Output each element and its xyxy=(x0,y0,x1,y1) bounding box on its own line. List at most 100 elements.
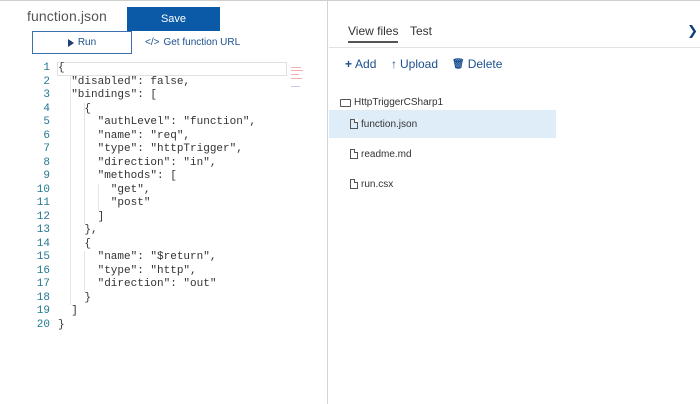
code-text: "type": "http", xyxy=(58,264,197,277)
code-text: "disabled": false, xyxy=(58,75,191,88)
code-line: 11 "post" xyxy=(0,197,327,211)
add-file-button[interactable]: + Add xyxy=(345,57,376,71)
line-number: 7 xyxy=(43,143,50,155)
delete-button[interactable]: 🗑 Delete xyxy=(452,57,502,71)
code-line: 20} xyxy=(0,319,327,333)
code-text: "methods": [ xyxy=(58,170,177,182)
line-number: 1 xyxy=(43,62,50,74)
code-text: "type": "httpTrigger", xyxy=(58,143,243,155)
tree-root-folder[interactable]: HttpTriggerCSharp1 xyxy=(340,97,443,108)
save-button[interactable]: Save xyxy=(127,7,220,31)
code-text: "authLevel": "function", xyxy=(58,116,257,128)
code-text: "get", xyxy=(58,183,151,196)
get-function-url-label: Get function URL xyxy=(163,37,241,48)
code-text: "bindings": [ xyxy=(58,89,158,101)
code-line: 4 { xyxy=(0,103,327,117)
indent-guide xyxy=(84,251,85,292)
indent-guide xyxy=(98,183,99,211)
delete-label: Delete xyxy=(467,57,503,71)
code-text: }, xyxy=(58,224,98,236)
line-number: 12 xyxy=(36,210,50,223)
chevron-right-icon[interactable]: ❯ xyxy=(687,23,698,39)
line-number: 15 xyxy=(36,251,50,263)
file-title: function.json xyxy=(27,8,107,24)
files-pane: View files Test ❯ + Add ↑ Upload 🗑 Delet… xyxy=(329,1,700,404)
get-function-url-link[interactable]: </> Get function URL xyxy=(145,37,240,48)
indent-guide xyxy=(70,75,71,305)
code-text: { xyxy=(58,102,92,115)
line-number: 17 xyxy=(36,278,50,290)
file-item-function-json[interactable]: function.json xyxy=(329,110,556,138)
file-name: function.json xyxy=(361,118,418,130)
code-text: "name": "req", xyxy=(58,129,191,142)
tab-view-files[interactable]: View files xyxy=(348,24,399,43)
code-text: { xyxy=(58,237,92,250)
indent-guide xyxy=(84,102,85,224)
code-line: 17 "direction": "out" xyxy=(0,278,327,292)
file-name: run.csx xyxy=(361,178,394,190)
line-number: 18 xyxy=(36,291,50,304)
code-text: { xyxy=(58,62,65,74)
root-folder-label: HttpTriggerCSharp1 xyxy=(354,97,444,108)
code-text: } xyxy=(58,291,92,304)
code-text: ] xyxy=(58,210,105,223)
line-number: 5 xyxy=(43,116,50,128)
run-button[interactable]: Run xyxy=(32,31,132,54)
file-item-run-csx[interactable]: run.csx xyxy=(329,170,556,198)
line-number: 11 xyxy=(36,197,50,209)
editor-pane: function.json Save Run </> Get function … xyxy=(0,1,328,404)
line-number: 14 xyxy=(36,237,50,250)
trash-icon: 🗑 xyxy=(452,58,465,70)
minimap[interactable] xyxy=(287,65,307,91)
play-icon xyxy=(67,38,74,47)
code-line: 13 }, xyxy=(0,224,327,238)
code-line: 9 "methods": [ xyxy=(0,170,327,184)
tab-test[interactable]: Test xyxy=(410,24,432,38)
line-number: 2 xyxy=(43,75,50,88)
code-line: 8 "direction": "in", xyxy=(0,157,327,171)
line-number: 19 xyxy=(36,305,50,317)
upload-label: Upload xyxy=(400,57,439,71)
tabs-divider xyxy=(329,47,700,48)
code-icon: </> xyxy=(145,37,160,48)
line-number: 3 xyxy=(43,89,50,101)
code-line: 19 ] xyxy=(0,305,327,319)
file-item-readme-md[interactable]: readme.md xyxy=(329,140,556,168)
code-text: "direction": "in", xyxy=(58,156,217,169)
code-line: 12 ] xyxy=(0,211,327,225)
code-text: } xyxy=(58,318,65,331)
code-line: 18 } xyxy=(0,292,327,306)
code-line: 16 "type": "http", xyxy=(0,265,327,279)
file-name: readme.md xyxy=(361,148,412,160)
code-line: 7 "type": "httpTrigger", xyxy=(0,143,327,157)
code-line: 3 "bindings": [ xyxy=(0,89,327,103)
code-line: 15 "name": "$return", xyxy=(0,251,327,265)
upload-button[interactable]: ↑ Upload xyxy=(391,57,438,71)
line-number: 13 xyxy=(36,224,50,236)
line-number: 9 xyxy=(43,170,50,182)
line-number: 6 xyxy=(43,129,50,142)
code-line: 2 "disabled": false, xyxy=(0,76,327,90)
folder-open-icon xyxy=(340,98,351,107)
plus-icon: + xyxy=(345,57,353,71)
run-label: Run xyxy=(77,37,97,48)
line-number: 8 xyxy=(43,156,50,169)
code-editor[interactable]: 1{2 "disabled": false, 3 "bindings": [4 {… xyxy=(0,62,327,342)
file-icon xyxy=(350,149,358,159)
code-text: ] xyxy=(58,305,78,317)
line-number: 4 xyxy=(43,102,50,115)
code-text: "name": "$return", xyxy=(58,251,217,263)
line-number: 20 xyxy=(36,318,50,331)
code-text: "post" xyxy=(58,197,151,209)
line-number: 16 xyxy=(36,264,50,277)
line-number: 10 xyxy=(36,183,50,196)
upload-arrow-icon: ↑ xyxy=(391,57,397,71)
code-line: 10 "get", xyxy=(0,184,327,198)
file-icon xyxy=(350,179,358,189)
code-line: 14 { xyxy=(0,238,327,252)
code-line: 6 "name": "req", xyxy=(0,130,327,144)
code-line: 5 "authLevel": "function", xyxy=(0,116,327,130)
file-icon xyxy=(350,119,358,129)
add-label: Add xyxy=(355,57,377,71)
code-line: 1{ xyxy=(0,62,327,76)
